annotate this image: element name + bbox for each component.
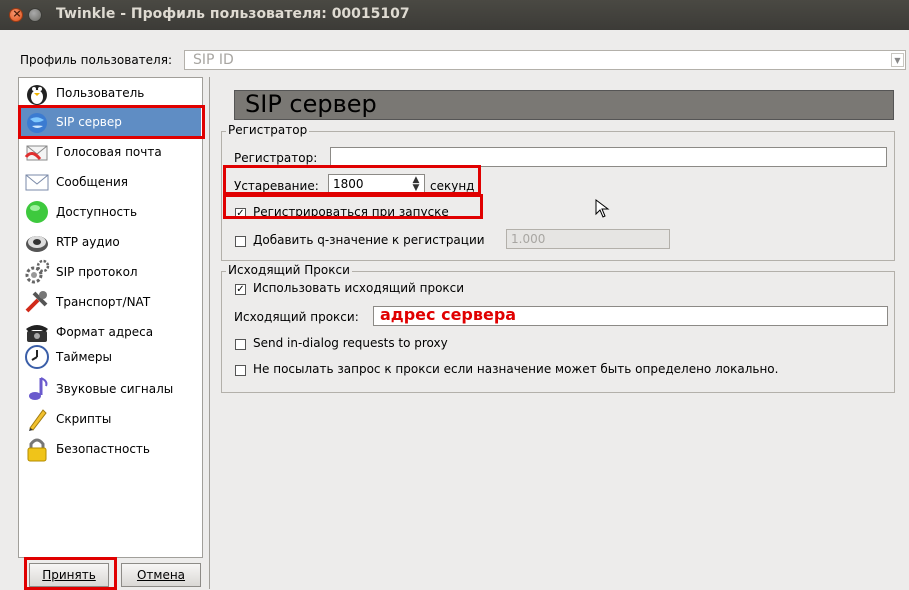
sidebar-item-voicemail[interactable]: Голосовая почта [20,138,201,167]
use-proxy-label: Использовать исходящий прокси [253,281,465,295]
add-q-label: Добавить q-значение к регистрации [253,233,485,247]
envelope-icon [25,174,49,191]
window-title: Twinkle - Профиль пользователя: 00015107 [56,6,410,22]
phone-icon [26,325,48,342]
sidebar-item-label: Доступность [56,205,138,219]
registrar-input[interactable] [330,147,887,167]
sidebar-item-sounds[interactable]: Звуковые сигналы [20,375,201,404]
cancel-button[interactable]: Отмена [121,563,201,587]
settings-sidebar: Пользователь SIP сервер Голосовая почта … [18,77,203,558]
proxy-group-title: Исходящий Прокси [226,263,352,277]
expiry-label: Устаревание: [234,179,319,193]
mouse-cursor-icon [595,199,610,218]
sidebar-item-label: Транспорт/NAT [56,295,151,309]
q-value-input[interactable]: 1.000 [506,229,670,249]
registrar-label: Регистратор: [234,151,318,165]
presence-icon [26,201,48,223]
sidebar-item-label: Формат адреса [56,325,154,339]
cancel-label: Отмена [136,568,186,582]
register-at-startup-label: Регистрироваться при запуске [253,205,449,219]
sidebar-item-label: Сообщения [56,175,129,189]
add-q-checkbox[interactable] [235,236,246,247]
sidebar-item-sip-server[interactable]: SIP сервер [20,108,201,137]
sidebar-item-timers[interactable]: Таймеры [20,343,201,372]
globe-icon [27,113,47,133]
gears-icon [25,259,50,284]
sidebar-item-label: Голосовая почта [56,145,162,159]
voicemail-icon [24,145,48,161]
sidebar-item-scripts[interactable]: Скрипты [20,405,201,434]
accept-button[interactable]: Принять [29,563,109,587]
sidebar-item-label: Безопастность [56,442,150,456]
sidebar-item-rtp-audio[interactable]: RTP аудио [20,228,201,257]
sidebar-item-messages[interactable]: Сообщения [20,168,201,197]
page-title-text: SIP сервер [245,90,377,118]
sidebar-item-label: Скрипты [56,412,112,426]
sidebar-item-label: RTP аудио [56,235,120,249]
clock-icon [25,345,49,369]
speaker-icon [26,236,48,252]
q-value: 1.000 [511,232,546,246]
sidebar-item-user[interactable]: Пользователь [20,79,201,108]
outbound-proxy-group: Исходящий Прокси ✓ Использовать исходящи… [221,263,895,393]
expiry-spinbox[interactable]: 1800 ▲ ▼ [328,174,425,194]
sidebar-item-transport-nat[interactable]: Транспорт/NAT [20,288,201,317]
use-proxy-checkbox[interactable]: ✓ [235,284,246,295]
spin-arrows-icon[interactable]: ▲ ▼ [409,176,423,193]
penguin-icon [27,85,47,105]
no-proxy-local-checkbox[interactable] [235,365,246,376]
tools-icon [25,291,48,313]
profile-value: SIP ID [193,52,234,68]
sidebar-item-security[interactable]: Безопастность [20,435,201,464]
minimize-window-button[interactable] [28,8,42,22]
close-icon: × [12,7,22,20]
expiry-value: 1800 [333,177,364,191]
profile-select[interactable]: SIP ID ▼ [184,50,906,70]
sidebar-item-label: Звуковые сигналы [56,382,174,396]
no-proxy-local-label: Не посылать запрос к прокси если назначе… [253,362,779,376]
proxy-input[interactable]: адрес сервера [373,305,888,326]
register-at-startup-checkbox[interactable]: ✓ [235,208,246,219]
chevron-down-icon[interactable]: ▼ [891,53,904,67]
profile-label: Профиль пользователя: [20,53,172,67]
pen-icon [29,409,47,431]
sidebar-item-presence[interactable]: Доступность [20,198,201,227]
in-dialog-checkbox[interactable] [235,339,246,350]
sidebar-item-label: SIP сервер [56,115,122,129]
music-note-icon [29,377,48,400]
lock-icon [27,438,47,462]
sidebar-item-label: Таймеры [56,350,113,364]
accept-label: Принять [42,568,96,582]
title-bar: × Twinkle - Профиль пользователя: 000151… [0,0,909,30]
profile-row: Профиль пользователя: SIP ID ▼ [0,50,909,72]
sidebar-item-label: Пользователь [56,86,145,100]
sidebar-item-label: SIP протокол [56,265,138,279]
settings-panel: SIP сервер Регистратор Регистратор: Уста… [209,77,905,589]
page-title: SIP сервер [234,90,894,120]
expiry-unit: секунд [430,179,475,193]
registrar-group-title: Регистратор [226,123,310,137]
registrar-group: Регистратор Регистратор: Устаревание: 18… [221,123,895,261]
proxy-value: адрес сервера [380,305,517,324]
proxy-label: Исходящий прокси: [234,310,359,324]
sidebar-item-sip-protocol[interactable]: SIP протокол [20,258,201,287]
in-dialog-label: Send in-dialog requests to proxy [253,336,448,350]
close-window-button[interactable]: × [9,7,23,22]
